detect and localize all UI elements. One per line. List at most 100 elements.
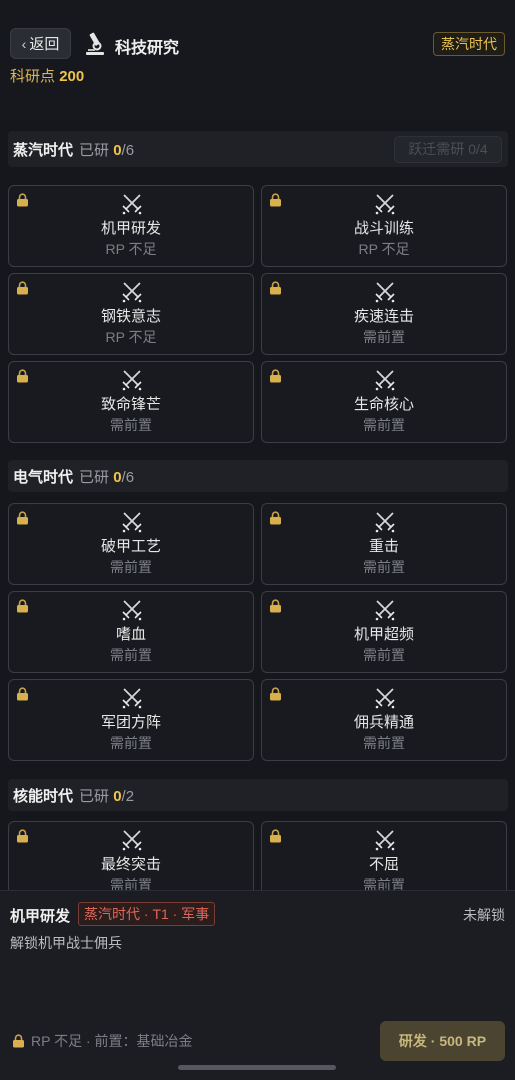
crossed-swords-icon <box>373 193 397 215</box>
research-points: 科研点 200 <box>10 65 84 86</box>
tech-name: 最终突击 <box>100 856 161 873</box>
tech-card[interactable]: 军团方阵 需前置 <box>8 679 254 761</box>
lock-icon <box>269 829 282 843</box>
tech-state: 需前置 <box>363 877 405 890</box>
section-header-nuclear: 核能时代 已研 0/2 <box>8 779 508 811</box>
tech-state: 需前置 <box>363 417 405 433</box>
detail-requirement: RP 不足 · 前置：基础冶金 <box>12 1031 193 1051</box>
requirement-text: RP 不足 · 前置：基础冶金 <box>31 1033 193 1049</box>
tech-name: 不屈 <box>368 856 399 873</box>
tech-card[interactable]: 重击 需前置 <box>261 503 507 585</box>
section-name: 电气时代 <box>13 468 74 486</box>
chevron-left-icon: ‹ <box>21 35 27 52</box>
tech-state: RP 不足 <box>105 241 157 257</box>
tech-name: 破甲工艺 <box>100 538 161 555</box>
progress-total: /2 <box>121 787 135 805</box>
tech-detail-panel: 机甲研发 蒸汽时代 · T1 · 军事 未解锁 解锁机甲战士佣兵 RP 不足 ·… <box>0 890 515 1080</box>
tech-card[interactable]: 机甲研发 RP 不足 <box>8 185 254 267</box>
tech-name: 机甲研发 <box>100 220 161 237</box>
section-header-electric: 电气时代 已研 0/6 <box>8 460 508 492</box>
lock-icon <box>16 281 29 295</box>
crossed-swords-icon <box>373 511 397 533</box>
lock-icon <box>16 599 29 613</box>
home-indicator <box>178 1065 336 1070</box>
progress-done: 0 <box>113 468 122 486</box>
crossed-swords-icon <box>120 511 144 533</box>
tech-name: 疾速连击 <box>353 308 414 325</box>
tech-card[interactable]: 钢铁意志 RP 不足 <box>8 273 254 355</box>
tech-state: RP 不足 <box>358 241 410 257</box>
research-button[interactable]: 研发 · 500 RP <box>380 1021 505 1061</box>
tech-card[interactable]: 致命锋芒 需前置 <box>8 361 254 443</box>
tech-name: 佣兵精通 <box>353 714 414 731</box>
lock-icon <box>16 193 29 207</box>
tech-card[interactable]: 生命核心 需前置 <box>261 361 507 443</box>
tech-state: 需前置 <box>363 559 405 575</box>
progress-total: /6 <box>121 468 135 486</box>
tech-state: 需前置 <box>110 417 152 433</box>
era-leap-button[interactable]: 跃迁需研 0/4 <box>394 136 502 163</box>
tech-name: 战斗训练 <box>353 220 414 237</box>
tech-name: 钢铁意志 <box>100 308 161 325</box>
tech-name: 致命锋芒 <box>100 396 161 413</box>
tech-state: 需前置 <box>110 735 152 751</box>
tech-name: 军团方阵 <box>100 714 161 731</box>
tech-card[interactable]: 不屈 需前置 <box>261 821 507 890</box>
lock-icon <box>16 829 29 843</box>
detail-tech-name: 机甲研发 <box>10 908 71 925</box>
tech-card[interactable]: 破甲工艺 需前置 <box>8 503 254 585</box>
crossed-swords-icon <box>373 281 397 303</box>
current-era-badge: 蒸汽时代 <box>433 32 505 56</box>
tech-card[interactable]: 疾速连击 需前置 <box>261 273 507 355</box>
tech-name: 重击 <box>368 538 399 555</box>
progress-done: 0 <box>113 787 122 805</box>
progress-label: 已研 <box>79 468 110 486</box>
tech-card[interactable]: 机甲超频 需前置 <box>261 591 507 673</box>
microscope-icon <box>86 32 104 55</box>
lock-icon <box>269 369 282 383</box>
progress-total: /6 <box>121 141 135 159</box>
tech-state: 需前置 <box>110 647 152 663</box>
section-name: 核能时代 <box>13 787 74 805</box>
tech-state: RP 不足 <box>105 329 157 345</box>
back-button[interactable]: ‹ 返回 <box>10 28 71 59</box>
research-points-value: 200 <box>59 68 85 85</box>
tech-tree-scroll[interactable]: 蒸汽时代 已研 0/6 跃迁需研 0/4 机甲研发 RP 不足 战斗训练 RP … <box>0 120 515 890</box>
section-name: 蒸汽时代 <box>13 141 74 159</box>
tech-state: 需前置 <box>110 877 152 890</box>
progress-done: 0 <box>113 141 122 159</box>
crossed-swords-icon <box>120 281 144 303</box>
lock-icon <box>16 369 29 383</box>
lock-icon <box>269 511 282 525</box>
section-progress: 已研 0/2 <box>79 785 134 806</box>
tech-state: 需前置 <box>363 329 405 345</box>
lock-icon <box>269 193 282 207</box>
tech-name: 嗜血 <box>115 626 146 643</box>
lock-icon <box>269 599 282 613</box>
lock-icon <box>16 511 29 525</box>
crossed-swords-icon <box>373 599 397 621</box>
lock-icon <box>12 1034 25 1048</box>
tech-card[interactable]: 战斗训练 RP 不足 <box>261 185 507 267</box>
lock-icon <box>269 281 282 295</box>
crossed-swords-icon <box>120 829 144 851</box>
crossed-swords-icon <box>120 193 144 215</box>
tech-card[interactable]: 佣兵精通 需前置 <box>261 679 507 761</box>
crossed-swords-icon <box>373 369 397 391</box>
crossed-swords-icon <box>373 687 397 709</box>
tech-state: 需前置 <box>363 735 405 751</box>
crossed-swords-icon <box>120 369 144 391</box>
back-button-label: 返回 <box>29 36 60 53</box>
lock-icon <box>269 687 282 701</box>
detail-description: 解锁机甲战士佣兵 <box>10 935 122 951</box>
tech-state: 需前置 <box>110 559 152 575</box>
tech-name: 生命核心 <box>353 396 414 413</box>
progress-label: 已研 <box>79 787 110 805</box>
tech-card[interactable]: 嗜血 需前置 <box>8 591 254 673</box>
crossed-swords-icon <box>120 599 144 621</box>
progress-label: 已研 <box>79 141 110 159</box>
tech-card[interactable]: 最终突击 需前置 <box>8 821 254 890</box>
tech-state: 需前置 <box>363 647 405 663</box>
detail-status: 未解锁 <box>463 907 505 923</box>
crossed-swords-icon <box>120 687 144 709</box>
